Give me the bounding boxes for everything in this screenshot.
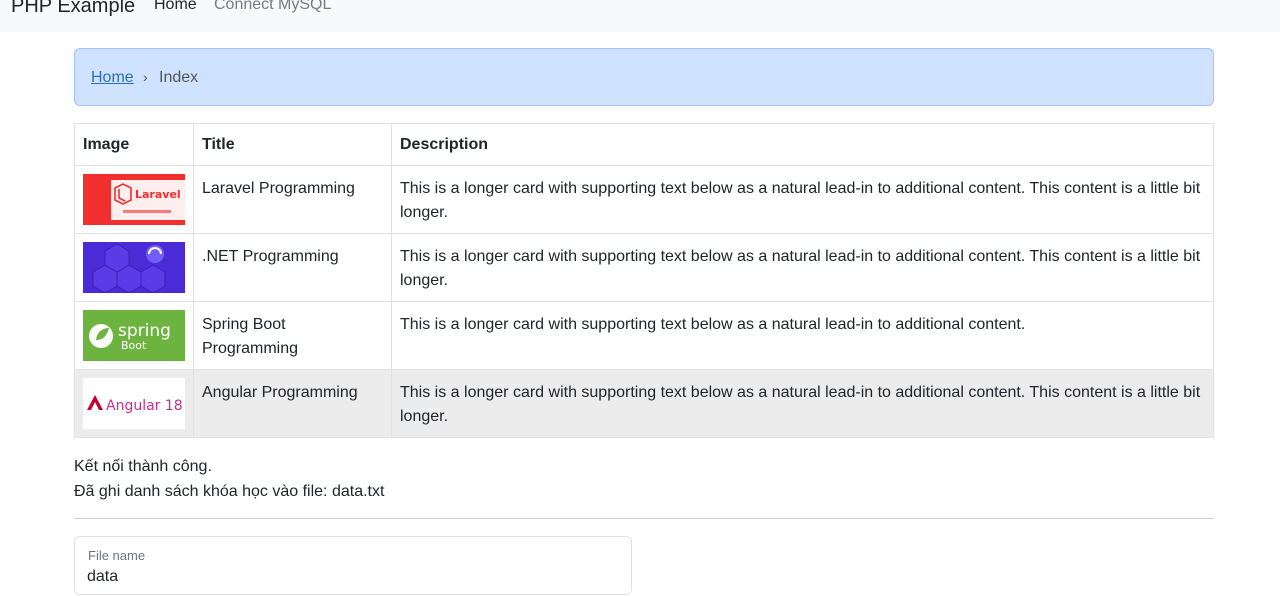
file-name-input[interactable] <box>87 565 617 589</box>
image-cell <box>74 233 194 302</box>
laravel-thumbnail: Laravel <box>83 174 185 225</box>
file-name-field[interactable]: File name <box>74 536 632 595</box>
status-message-saved: Đã ghi danh sách khóa học vào file: data… <box>74 483 385 500</box>
svg-text:Laravel: Laravel <box>135 188 181 201</box>
breadcrumb: Home › Index <box>74 48 1214 106</box>
angular-thumbnail: Angular 18 <box>83 378 185 429</box>
courses-table: Image Title Description Laravel Laravel … <box>74 123 1214 438</box>
divider <box>74 518 1214 519</box>
header-image: Image <box>74 123 194 166</box>
image-cell: spring Boot <box>74 301 194 370</box>
table-row: spring Boot Spring Boot Programming This… <box>74 301 1214 370</box>
dotnet-thumbnail <box>83 242 185 293</box>
nav-link-connect-mysql[interactable]: Connect MySQL <box>214 0 331 16</box>
table-row: Angular 18 Angular Programming This is a… <box>74 369 1214 438</box>
course-description: This is a longer card with supporting te… <box>391 369 1214 438</box>
status-message-connected: Kết nối thành công. <box>74 458 212 475</box>
course-description: This is a longer card with supporting te… <box>391 165 1214 234</box>
navbar: PHP Example Home Connect MySQL <box>0 0 1280 32</box>
spring-boot-thumbnail: spring Boot <box>83 310 185 361</box>
file-name-label: File name <box>88 548 146 563</box>
image-cell: Laravel <box>74 165 194 234</box>
image-cell: Angular 18 <box>74 369 194 438</box>
svg-text:Angular 18: Angular 18 <box>106 398 183 414</box>
table-row: .NET Programming This is a longer card w… <box>74 233 1214 302</box>
table-header-row: Image Title Description <box>74 123 1214 166</box>
svg-text:spring: spring <box>118 321 171 341</box>
navbar-brand[interactable]: PHP Example <box>11 0 135 19</box>
header-title: Title <box>193 123 392 166</box>
course-title: Spring Boot Programming <box>193 301 392 370</box>
table-row: Laravel Laravel Programming This is a lo… <box>74 165 1214 234</box>
course-title: Angular Programming <box>193 369 392 438</box>
breadcrumb-home-link[interactable]: Home <box>91 69 134 87</box>
course-title: Laravel Programming <box>193 165 392 234</box>
svg-text:Boot: Boot <box>121 339 147 352</box>
course-description: This is a longer card with supporting te… <box>391 301 1214 370</box>
breadcrumb-separator-icon: › <box>143 69 148 85</box>
course-title: .NET Programming <box>193 233 392 302</box>
nav-link-home[interactable]: Home <box>154 0 197 16</box>
header-description: Description <box>391 123 1214 166</box>
breadcrumb-current: Index <box>159 69 199 86</box>
course-description: This is a longer card with supporting te… <box>391 233 1214 302</box>
